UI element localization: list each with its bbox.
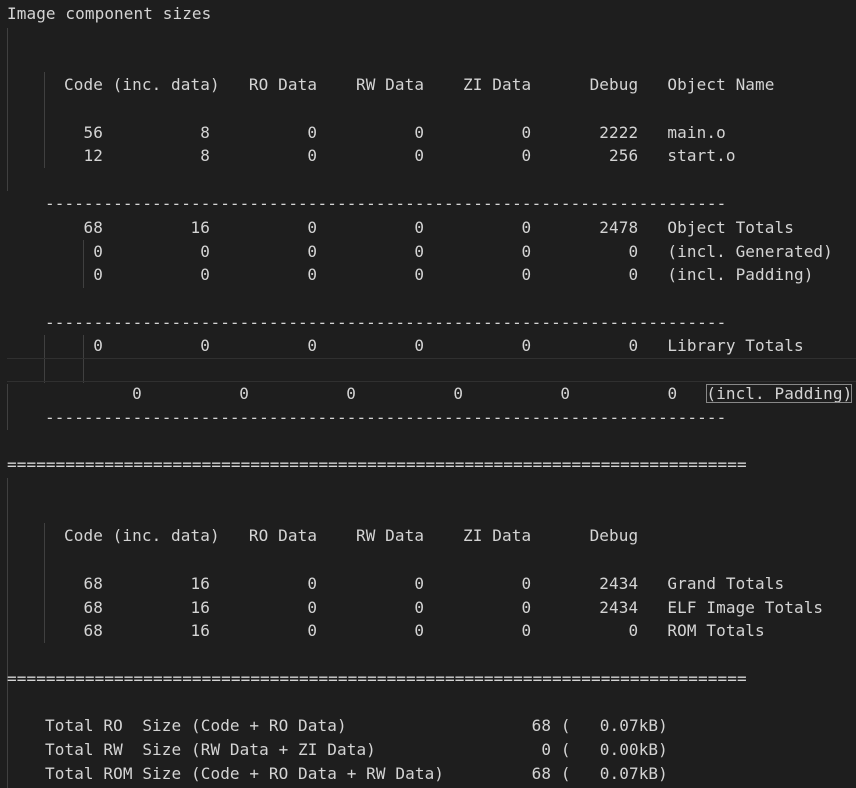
summary-line: Total RO Size (Code + RO Data) 68 ( 0.07… bbox=[45, 716, 668, 735]
report-title: Image component sizes bbox=[7, 4, 212, 23]
table-row: 68 16 0 0 0 0 ROM Totals bbox=[64, 621, 765, 640]
table-row: 12 8 0 0 0 256 start.o bbox=[64, 146, 736, 165]
dash-divider: ----------------------------------------… bbox=[45, 194, 727, 213]
indent-guide bbox=[44, 523, 45, 643]
equals-divider: ========================================… bbox=[7, 669, 747, 688]
column-header: Code (inc. data) RO Data RW Data ZI Data… bbox=[64, 75, 775, 94]
indent-guide bbox=[7, 384, 8, 430]
table-row: 0 0 0 0 0 0 Library Totals bbox=[64, 336, 804, 355]
code-editor[interactable]: Image component sizes Code (inc. data) R… bbox=[0, 0, 856, 788]
indent-guide bbox=[7, 28, 8, 191]
summary-line: Total RW Size (RW Data + ZI Data) 0 ( 0.… bbox=[45, 740, 668, 759]
indent-guide bbox=[7, 478, 8, 788]
table-row: 0 0 0 0 0 0 (incl. Padding) bbox=[64, 265, 814, 284]
summary-line: Total ROM Size (Code + RO Data + RW Data… bbox=[45, 764, 668, 783]
table-row: 56 8 0 0 0 2222 main.o bbox=[64, 123, 726, 142]
table-row: 68 16 0 0 0 2434 ELF Image Totals bbox=[64, 598, 824, 617]
table-row: 68 16 0 0 0 2478 Object Totals bbox=[64, 218, 794, 237]
column-header: Code (inc. data) RO Data RW Data ZI Data… bbox=[64, 526, 639, 545]
indent-guide bbox=[44, 72, 45, 168]
table-row: 68 16 0 0 0 2434 Grand Totals bbox=[64, 574, 785, 593]
table-row: 0 0 0 0 0 0 (incl. Padding) bbox=[64, 358, 853, 403]
dash-divider: ----------------------------------------… bbox=[45, 313, 727, 332]
row-values: 0 0 0 0 0 0 bbox=[102, 383, 707, 403]
equals-divider: ========================================… bbox=[7, 455, 747, 474]
selected-token[interactable]: (incl. Padding) bbox=[706, 383, 853, 403]
dash-divider: ----------------------------------------… bbox=[45, 408, 727, 427]
table-row: 0 0 0 0 0 0 (incl. Generated) bbox=[64, 242, 833, 261]
